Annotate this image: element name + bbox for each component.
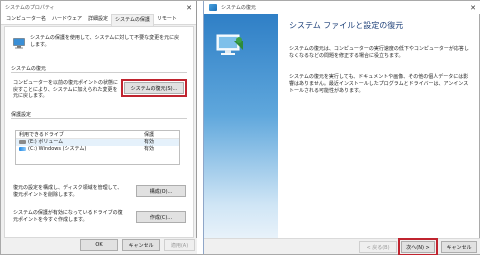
wizard-intro-text: システムの復元は、コンピューターの実行速度の低下やコンピューターが応答しなくなる… bbox=[289, 46, 469, 59]
drive-icon bbox=[19, 139, 26, 144]
drive-status: 有効 bbox=[144, 146, 155, 152]
configure-description: 復元の設定を構成し、ディスク領域を管理して、復元ポイントを削除します。 bbox=[13, 185, 123, 198]
wizard-note-text: システムの復元を実行しても、ドキュメントや画像、その他の個人データには影響はあり… bbox=[289, 74, 469, 94]
close-icon[interactable]: ✕ bbox=[466, 4, 480, 12]
drive-status: 有効 bbox=[144, 139, 155, 145]
protection-column-header: 保護 bbox=[144, 132, 155, 138]
cancel-button[interactable]: キャンセル bbox=[441, 241, 477, 253]
divider bbox=[11, 72, 187, 73]
tab-hardware[interactable]: ハードウェア bbox=[49, 14, 85, 24]
close-icon[interactable]: ✕ bbox=[182, 4, 196, 12]
configure-button[interactable]: 構成(O)... bbox=[136, 185, 186, 197]
system-restore-button[interactable]: システムの復元(S)... bbox=[121, 79, 187, 97]
dialog-button-bar: OK キャンセル 適用(A) bbox=[1, 238, 197, 254]
window-title: システムのプロパティ bbox=[5, 5, 55, 11]
drive-name: (E:) ボリューム bbox=[28, 139, 64, 145]
restore-section-label: システムの復元 bbox=[11, 66, 46, 72]
wizard-button-bar: < 戻る(B) 次へ(N) > キャンセル bbox=[204, 238, 480, 255]
tab-remote[interactable]: リモート bbox=[154, 14, 180, 24]
drive-row[interactable]: (C:) Windows (システム) 有効 bbox=[16, 146, 179, 153]
drive-column-header: 利用できるドライブ bbox=[19, 132, 64, 138]
create-description: システムの保護が有効になっているドライブの復元ポイントを今すぐ作成します。 bbox=[13, 210, 123, 223]
back-button: < 戻る(B) bbox=[359, 241, 397, 253]
system-properties-window: システムのプロパティ ✕ コンピューター名 ハードウェア 詳細設定 システムの保… bbox=[1, 1, 197, 254]
restore-description: コンピューターを以前の復元ポイントの状態に戻すことにより、システムに加えられた変… bbox=[13, 80, 119, 99]
system-restore-titlebar: システムの復元 ✕ bbox=[204, 1, 480, 14]
apply-button: 適用(A) bbox=[164, 239, 195, 251]
windows-drive-icon bbox=[19, 146, 26, 151]
restore-monitor-icon bbox=[216, 34, 243, 55]
wizard-side-graphic bbox=[204, 14, 278, 238]
tab-advanced[interactable]: 詳細設定 bbox=[85, 14, 111, 24]
system-properties-titlebar: システムのプロパティ ✕ bbox=[1, 1, 196, 14]
next-button[interactable]: 次へ(N) > bbox=[398, 238, 438, 255]
drive-list[interactable]: 利用できるドライブ 保護 (E:) ボリューム 有効 (C:) Windows … bbox=[15, 130, 180, 165]
drive-row[interactable]: (E:) ボリューム 有効 bbox=[16, 139, 179, 146]
computer-shield-icon bbox=[13, 38, 25, 49]
ok-button[interactable]: OK bbox=[80, 239, 118, 251]
intro-text: システムの保護を使用して、システムに対して不要な変更を元に戻します。 bbox=[30, 35, 180, 48]
cancel-button[interactable]: キャンセル bbox=[122, 239, 160, 251]
tab-system-protection[interactable]: システムの保護 bbox=[111, 14, 154, 26]
divider bbox=[11, 118, 187, 119]
wizard-heading: システム ファイルと設定の復元 bbox=[289, 21, 404, 30]
tab-bar: コンピューター名 ハードウェア 詳細設定 システムの保護 リモート bbox=[1, 14, 196, 26]
window-title: システムの復元 bbox=[221, 5, 256, 11]
system-restore-window: システムの復元 ✕ システム ファイルと設定の復元 システムの復元は、コンピュー… bbox=[203, 1, 480, 255]
system-protection-panel: システムの保護を使用して、システムに対して不要な変更を元に戻します。 システムの… bbox=[4, 26, 194, 238]
create-button[interactable]: 作成(C)... bbox=[136, 211, 186, 223]
drive-list-header: 利用できるドライブ 保護 bbox=[16, 131, 179, 139]
drive-name: (C:) Windows (システム) bbox=[28, 146, 87, 152]
protection-section-label: 保護設定 bbox=[11, 112, 32, 118]
tab-computer-name[interactable]: コンピューター名 bbox=[3, 14, 49, 24]
system-restore-icon bbox=[209, 4, 217, 11]
